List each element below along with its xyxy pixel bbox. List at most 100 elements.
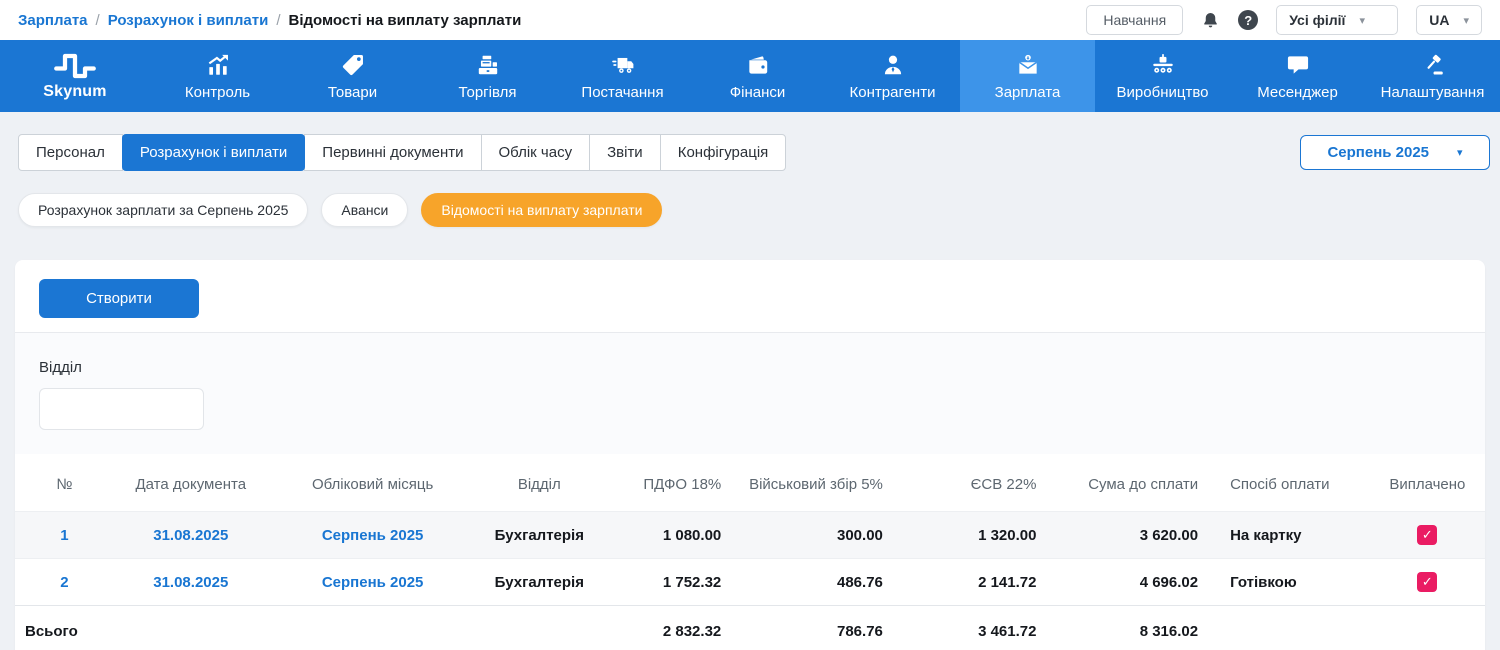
period-select[interactable]: Серпень 2025 ▾ <box>1300 135 1490 170</box>
nav-item-messenger[interactable]: Месенджер <box>1230 40 1365 112</box>
nav-item-supply[interactable]: Постачання <box>555 40 690 112</box>
factory-icon <box>1150 52 1176 78</box>
tab-personnel[interactable]: Персонал <box>18 134 123 171</box>
notifications-bell-icon[interactable] <box>1201 11 1220 30</box>
nav-item-label: Постачання <box>581 84 663 101</box>
nav-item-label: Контрагенти <box>850 84 936 101</box>
pill-advances[interactable]: Аванси <box>321 193 408 227</box>
nav-item-label: Налаштування <box>1381 84 1485 101</box>
table-header-row: № Дата документа Обліковий місяць Відділ… <box>15 454 1485 512</box>
department-filter-input[interactable] <box>39 388 204 430</box>
ukraine-flag-icon <box>89 45 112 60</box>
tab-configuration[interactable]: Конфігурація <box>660 134 787 171</box>
branch-select[interactable]: Усі філії ▾ <box>1276 5 1398 35</box>
tab-reports[interactable]: Звіти <box>589 134 661 171</box>
paid-checkbox[interactable] <box>1417 572 1437 592</box>
main-nav: Skynum Контроль Товари Торгівля <box>0 40 1500 112</box>
row-number-link[interactable]: 2 <box>15 559 100 606</box>
cash-register-icon <box>475 52 501 78</box>
filter-section: Відділ <box>15 333 1485 454</box>
language-select-value: UA <box>1429 12 1449 28</box>
table-totals-row: Всього 2 832.32 786.76 3 461.72 8 316.02 <box>15 606 1485 650</box>
topbar: Зарплата / Розрахунок і виплати / Відомо… <box>0 0 1500 40</box>
chart-growth-icon <box>205 52 231 78</box>
page-title: Відомості на виплату зарплати <box>288 12 521 29</box>
accounting-month-link[interactable]: Серпень 2025 <box>282 512 464 559</box>
nav-item-settings[interactable]: Налаштування <box>1365 40 1500 112</box>
breadcrumb-separator: / <box>276 12 280 29</box>
tab-time-tracking[interactable]: Облік часу <box>481 134 591 171</box>
accounting-month-link[interactable]: Серпень 2025 <box>282 559 464 606</box>
col-header-accounting-month: Обліковий місяць <box>282 454 464 512</box>
section-tabs: Персонал Розрахунок і виплати Первинні д… <box>18 134 786 171</box>
chevron-down-icon: ▾ <box>1457 146 1463 159</box>
payout-statements-table: № Дата документа Обліковий місяць Відділ… <box>15 454 1485 650</box>
document-date-link[interactable]: 31.08.2025 <box>100 559 282 606</box>
tools-icon <box>1420 52 1446 78</box>
col-header-military-tax: Військовий збір 5% <box>731 454 893 512</box>
breadcrumb: Зарплата / Розрахунок і виплати / Відомо… <box>18 12 521 29</box>
nav-item-counterparties[interactable]: Контрагенти <box>825 40 960 112</box>
price-tag-icon <box>340 52 366 78</box>
breadcrumb-separator: / <box>96 12 100 29</box>
topbar-actions: Навчання ? Усі філії ▾ UA ▾ <box>1086 5 1482 35</box>
pdfo-cell: 1 752.32 <box>615 559 731 606</box>
help-button[interactable]: ? <box>1238 10 1258 30</box>
chat-bubble-icon <box>1285 52 1311 78</box>
nav-item-trade[interactable]: Торгівля <box>420 40 555 112</box>
nav-item-goods[interactable]: Товари <box>285 40 420 112</box>
salary-envelope-icon <box>1015 52 1041 78</box>
create-button[interactable]: Створити <box>39 279 199 318</box>
col-header-pdfo: ПДФО 18% <box>615 454 731 512</box>
row-number-link[interactable]: 1 <box>15 512 100 559</box>
col-header-amount-due: Сума до сплати <box>1046 454 1208 512</box>
subsection-pills: Розрахунок зарплати за Серпень 2025 Аван… <box>0 193 1500 227</box>
col-header-payment-method: Спосіб оплати <box>1208 454 1370 512</box>
nav-item-label: Контроль <box>185 84 250 101</box>
nav-item-finance[interactable]: Фінанси <box>690 40 825 112</box>
language-select[interactable]: UA ▾ <box>1416 5 1482 35</box>
amount-due-cell: 3 620.00 <box>1046 512 1208 559</box>
esv-cell: 2 141.72 <box>893 559 1047 606</box>
document-date-link[interactable]: 31.08.2025 <box>100 512 282 559</box>
pulse-wave-icon <box>52 51 98 81</box>
training-button[interactable]: Навчання <box>1086 5 1183 35</box>
nav-item-production[interactable]: Виробництво <box>1095 40 1230 112</box>
delivery-truck-icon <box>610 52 636 78</box>
brand-logo-skynum[interactable]: Skynum <box>0 40 150 112</box>
totals-military-tax: 786.76 <box>731 606 893 650</box>
pdfo-cell: 1 080.00 <box>615 512 731 559</box>
pill-payout-statements[interactable]: Відомості на виплату зарплати <box>421 193 662 227</box>
nav-item-label: Товари <box>328 84 377 101</box>
breadcrumb-link-calculation[interactable]: Розрахунок і виплати <box>108 12 269 29</box>
pill-salary-calculation[interactable]: Розрахунок зарплати за Серпень 2025 <box>18 193 308 227</box>
nav-item-label: Фінанси <box>730 84 786 101</box>
question-icon: ? <box>1238 10 1258 30</box>
military-tax-cell: 300.00 <box>731 512 893 559</box>
nav-item-salary[interactable]: Зарплата <box>960 40 1095 112</box>
military-tax-cell: 486.76 <box>731 559 893 606</box>
chevron-down-icon: ▾ <box>1360 14 1366 27</box>
nav-item-control[interactable]: Контроль <box>150 40 285 112</box>
paid-checkbox[interactable] <box>1417 525 1437 545</box>
breadcrumb-link-salary[interactable]: Зарплата <box>18 12 88 29</box>
nav-item-label: Месенджер <box>1257 84 1338 101</box>
department-cell: Бухгалтерія <box>464 559 616 606</box>
department-filter-label: Відділ <box>39 359 1461 376</box>
amount-due-cell: 4 696.02 <box>1046 559 1208 606</box>
nav-item-label: Зарплата <box>995 84 1061 101</box>
table-row: 2 31.08.2025 Серпень 2025 Бухгалтерія 1 … <box>15 559 1485 606</box>
card-actions: Створити <box>15 260 1485 332</box>
brand-name: Skynum <box>43 83 106 101</box>
person-icon <box>880 52 906 78</box>
col-header-paid: Виплачено <box>1370 454 1485 512</box>
period-select-value: Серпень 2025 <box>1327 144 1429 161</box>
wallet-icon <box>745 52 771 78</box>
nav-item-label: Виробництво <box>1117 84 1209 101</box>
branch-select-value: Усі філії <box>1289 12 1345 28</box>
payment-method-cell: Готівкою <box>1208 559 1370 606</box>
tab-primary-documents[interactable]: Первинні документи <box>304 134 481 171</box>
totals-amount-due: 8 316.02 <box>1046 606 1208 650</box>
totals-pdfo: 2 832.32 <box>615 606 731 650</box>
tab-calculation-and-payments[interactable]: Розрахунок і виплати <box>122 134 305 171</box>
